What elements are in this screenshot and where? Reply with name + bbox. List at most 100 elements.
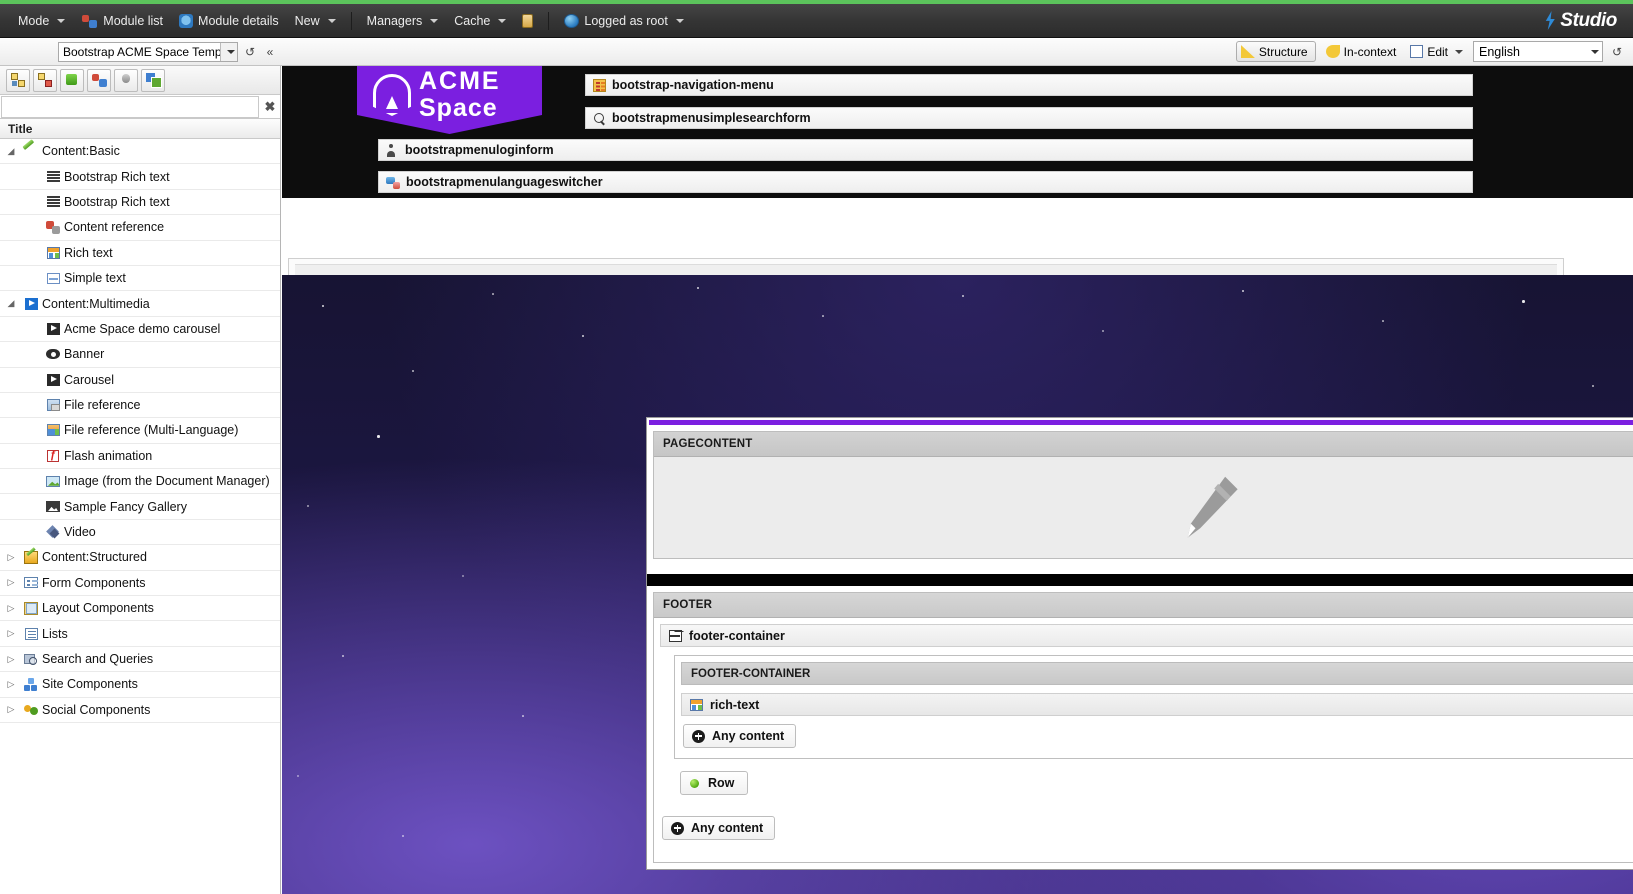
tree-item-simple-text[interactable]: Simple text: [0, 266, 280, 292]
collapse-all-button[interactable]: [33, 68, 57, 92]
tree-item-flash-animation[interactable]: Flash animation: [0, 444, 280, 470]
template-picker: Bootstrap ACME Space Template ↺ «: [58, 42, 278, 62]
module-details-icon: [179, 13, 194, 28]
eye-icon-glyph: [46, 349, 60, 360]
tree-item-label: Acme Space demo carousel: [64, 321, 221, 336]
tree-item-content-reference[interactable]: Content reference: [0, 215, 280, 241]
tree-item-sample-fancy-gallery[interactable]: Sample Fancy Gallery: [0, 494, 280, 520]
chevron-collapsed-icon[interactable]: ▷: [0, 603, 22, 614]
template-select[interactable]: Bootstrap ACME Space Template: [58, 42, 238, 62]
tree-item-content-basic[interactable]: ◢ Content:Basic: [0, 139, 280, 165]
collapse-panel-button[interactable]: «: [262, 44, 278, 60]
tree-item-file-reference-multi-language[interactable]: File reference (Multi-Language): [0, 418, 280, 444]
tree-item-site-components[interactable]: ▷ Site Components: [0, 672, 280, 698]
clear-search-button[interactable]: ✖: [260, 99, 280, 115]
rich-text-row[interactable]: rich-text: [681, 693, 1633, 716]
menu-managers[interactable]: Managers: [359, 11, 447, 31]
footer-container-inner: FOOTER-CONTAINER rich-text Any content: [674, 655, 1633, 759]
component-bootstrapmenulanguageswitcher[interactable]: bootstrapmenulanguageswitcher: [378, 171, 1473, 193]
login-form-icon: [386, 143, 399, 157]
incontext-mode-button[interactable]: In-context: [1322, 41, 1401, 62]
black-separator-band: [647, 574, 1633, 586]
chevron-collapsed-icon[interactable]: ▷: [0, 679, 22, 690]
footer-container-row[interactable]: footer-container: [660, 624, 1633, 647]
menu-module-details-label: Module details: [198, 13, 279, 28]
language-select[interactable]: English: [1473, 41, 1603, 62]
chevron-down-icon[interactable]: [220, 43, 237, 61]
tree-item-label: Content reference: [64, 220, 165, 235]
pencil-green-icon: [22, 143, 40, 159]
menu-new[interactable]: New: [287, 11, 344, 31]
component-bootstrap-navigation-menu[interactable]: bootstrap-navigation-menu: [585, 74, 1473, 96]
any-content-button-footer-inner[interactable]: Any content: [683, 724, 797, 748]
acme-space-logo: ACME Space: [357, 66, 542, 134]
tree-item-file-reference[interactable]: File reference: [0, 393, 280, 419]
new-component-button[interactable]: [60, 68, 84, 92]
tree-item-lists[interactable]: ▷ Lists: [0, 621, 280, 647]
menu-module-list[interactable]: Module list: [73, 10, 171, 32]
search-input[interactable]: [1, 95, 259, 118]
components-button[interactable]: [87, 68, 111, 92]
clipboard-button[interactable]: [514, 11, 541, 31]
chevron-collapsed-icon[interactable]: ▷: [0, 577, 22, 588]
chevron-down-icon: [1455, 49, 1463, 54]
pagecontent-empty-body[interactable]: [654, 457, 1633, 558]
chevron-collapsed-icon[interactable]: ▷: [0, 654, 22, 665]
structure-mode-button[interactable]: Structure: [1235, 41, 1316, 62]
menu-mode[interactable]: Mode: [10, 11, 73, 31]
tree-item-social-components[interactable]: ▷ Social Components: [0, 698, 280, 723]
chevron-down-icon: [675, 18, 684, 23]
edit-menu-button[interactable]: Edit: [1406, 41, 1467, 62]
user-menu[interactable]: Logged as root: [556, 11, 691, 31]
language-select-value: English: [1479, 44, 1520, 59]
component-bootstrapmenuloginform[interactable]: bootstrapmenuloginform: [378, 139, 1473, 161]
chevron-collapsed-icon[interactable]: ▷: [0, 552, 22, 563]
tree-item-bootstrap-rich-text[interactable]: Bootstrap Rich text: [0, 190, 280, 216]
tree-item-label: Bootstrap Rich text: [64, 169, 170, 184]
component-label: bootstrap-navigation-menu: [612, 78, 774, 92]
globe-user-icon: [564, 13, 580, 28]
menu-module-details[interactable]: Module details: [171, 11, 287, 31]
row-button[interactable]: Row: [680, 771, 749, 795]
tree-item-content-multimedia[interactable]: ◢ Content:Multimedia: [0, 291, 280, 317]
tree-item-rich-text[interactable]: Rich text: [0, 241, 280, 266]
tree-item-acme-space-demo-carousel[interactable]: Acme Space demo carousel: [0, 317, 280, 343]
chevron-down-icon[interactable]: [1584, 42, 1602, 61]
tree-item-label: Simple text: [64, 271, 126, 286]
copy-paste-button[interactable]: [141, 68, 165, 92]
refresh-button[interactable]: ↺: [242, 44, 258, 60]
lock-button[interactable]: [114, 68, 138, 92]
file-reference-ml-icon: [44, 422, 62, 438]
chevron-expanded-icon[interactable]: ◢: [0, 146, 22, 157]
clipboard-icon: [522, 13, 534, 28]
components-tree[interactable]: ◢ Content:Basic Bootstrap Rich text Bootstr…: [0, 139, 280, 894]
tree-item-label: Content:Structured: [42, 550, 147, 565]
chevron-collapsed-icon[interactable]: ▷: [0, 704, 22, 715]
any-content-button-footer[interactable]: Any content: [662, 816, 776, 840]
tree-item-label: Form Components: [42, 575, 146, 590]
flash-icon: [44, 448, 62, 464]
pagecontent-title: PAGECONTENT: [663, 438, 753, 450]
inner-any-content-wrapper: Any content: [675, 716, 1633, 748]
component-bootstrapmenusimplesearchform[interactable]: bootstrapmenusimplesearchform: [585, 107, 1473, 129]
tree-item-bootstrap-rich-text[interactable]: Bootstrap Rich text: [0, 164, 280, 190]
tree-item-search-and-queries[interactable]: ▷ Search and Queries: [0, 647, 280, 673]
tree-item-carousel[interactable]: Carousel: [0, 368, 280, 393]
tree-item-content-structured[interactable]: ▷ Content:Structured: [0, 545, 280, 571]
toolbar-divider: [350, 11, 352, 30]
tree-item-label: Content:Basic: [42, 144, 120, 159]
expand-all-button[interactable]: [6, 68, 30, 92]
menu-cache[interactable]: Cache: [446, 11, 514, 31]
tree-item-video[interactable]: Video: [0, 520, 280, 546]
tree-item-form-components[interactable]: ▷ Form Components: [0, 571, 280, 597]
reload-button[interactable]: ↺: [1609, 44, 1625, 60]
tree-item-image-from-the-document-manager[interactable]: Image (from the Document Manager): [0, 469, 280, 495]
chevron-expanded-icon[interactable]: ◢: [0, 298, 22, 309]
pencil-green-icon-glyph: [24, 145, 38, 158]
footer-header: FOOTER: [654, 593, 1633, 618]
tree-item-layout-components[interactable]: ▷ Layout Components: [0, 596, 280, 622]
chevron-collapsed-icon[interactable]: ▷: [0, 628, 22, 639]
menu-managers-label: Managers: [366, 13, 423, 28]
pencil-icon: [1187, 476, 1238, 538]
tree-item-banner[interactable]: Banner: [0, 342, 280, 368]
